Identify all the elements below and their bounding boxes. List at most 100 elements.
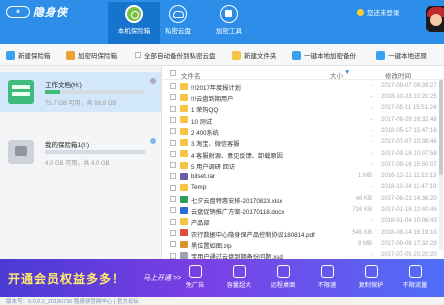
nav-private-cloud[interactable]: 私密云盘 <box>152 2 204 44</box>
file-size: 1 MB <box>357 173 372 180</box>
row-checkbox[interactable] <box>170 252 176 259</box>
cloud-status-icon <box>150 138 156 144</box>
row-checkbox[interactable] <box>170 83 176 89</box>
scrollbar-thumb[interactable] <box>439 80 443 175</box>
file-date: 2018-01-04 10:06:43 <box>381 218 437 225</box>
file-row[interactable]: 云盘促销推广方案-20170118.docx 716 KB 2017-01-18 1… <box>163 205 444 216</box>
file-row[interactable]: 5 用户调研 回访 - 2017-09-16 15:50:07 <box>163 160 444 171</box>
file-icon <box>180 206 188 214</box>
perk-label: 容量超大 <box>226 282 252 289</box>
perk-item[interactable]: 不限流量 <box>395 265 435 289</box>
row-checkbox[interactable] <box>170 173 176 180</box>
row-checkbox[interactable] <box>170 139 176 146</box>
file-name: 产品部 <box>191 220 210 228</box>
banner-title: 开通会员权益多多！ <box>8 272 126 286</box>
file-row[interactable]: 4 客服射源、意见反馈、卸载原因 - 2017-09-18 10:07:58 <box>163 149 444 160</box>
file-size: - <box>370 184 372 191</box>
row-checkbox[interactable] <box>170 196 176 202</box>
file-date: 2018-10-23 10:20:25 <box>381 94 437 101</box>
row-checkbox[interactable] <box>170 207 176 214</box>
new-folder-button[interactable]: 新建文件夹 <box>232 50 277 60</box>
sort-desc-icon: ▼ <box>344 69 351 76</box>
new-vault-button[interactable]: 新建保险箱 <box>6 50 51 60</box>
file-name: 5 用户调研 回访 <box>191 163 236 171</box>
file-row[interactable]: Temp - 2018-10-24 11:47:19 <box>163 183 444 193</box>
login-link[interactable]: 您还未登录 <box>357 7 400 17</box>
auto-backup-label: 全部自动备份到私密云盘 <box>144 53 216 60</box>
file-name: 黑位置如图.zip <box>191 242 232 250</box>
folder-icon <box>180 93 188 101</box>
file-row[interactable]: 黑位置如图.zip 8 MB 2017-09-08 17:32:28 <box>163 239 444 250</box>
vip-banner[interactable]: 开通会员权益多多！ 马上开通 >> 免广告 容量超大 远程桌面 不限速 复制保护 不限流量 <box>0 259 444 297</box>
file-name: 1 荣钩QQ <box>191 107 219 115</box>
restore-button[interactable]: 一键本地还原 <box>376 50 427 60</box>
file-row[interactable]: !!!2017年度报计划 - 2017-09-07 09:39:27 <box>163 81 444 92</box>
row-checkbox[interactable] <box>170 241 176 248</box>
file-row[interactable]: 七夕云盘特惠安排-20170823.xlsx 48 KB 2017-08-23 14… <box>163 194 444 205</box>
file-date: 2017-07-07 10:38:46 <box>381 139 437 146</box>
file-row[interactable]: 10 测试 - 2017-08-29 16:32:48 <box>163 115 444 126</box>
row-checkbox[interactable] <box>170 105 176 112</box>
perk-item[interactable]: 免广告 <box>175 265 215 289</box>
file-row[interactable]: 农行数据中心隐身保产品控制协议180814.pdf 545 KB 2018-08-1… <box>163 228 444 239</box>
vault-item-my-vault1[interactable]: 我的保险箱1(I:) 4.0 GB 可用，共 4.0 GB <box>0 132 161 172</box>
folder-add-icon <box>232 50 241 60</box>
file-size: - <box>370 127 372 134</box>
auto-backup-checkbox[interactable] <box>135 52 141 58</box>
nav-encrypt-tools[interactable]: 加密工具 <box>203 2 255 44</box>
file-row[interactable]: !!!云盘到期用户 - 2018-10-23 10:20:25 <box>163 92 444 103</box>
avatar[interactable] <box>426 6 444 32</box>
vault-drive-icon <box>8 80 34 104</box>
row-checkbox[interactable] <box>170 128 176 135</box>
file-row[interactable]: 2 400系统 - 2018-05-17 15:47:16 <box>163 126 444 137</box>
new-folder-label: 新建文件夹 <box>244 53 277 60</box>
perk-item[interactable]: 不限速 <box>307 265 347 289</box>
vault-item-work-docs[interactable]: 工作文档(H:) 75.7 GB 可用，共 88.8 GB <box>0 72 161 112</box>
row-checkbox[interactable] <box>170 116 176 123</box>
file-size: 48 KB <box>355 195 372 202</box>
perk-item[interactable]: 远程桌面 <box>263 265 303 289</box>
auto-backup-toggle[interactable]: 全部自动备份到私密云盘 <box>135 50 216 60</box>
perk-item[interactable]: 容量超大 <box>219 265 259 289</box>
tools-icon <box>220 5 238 23</box>
lock-icon <box>66 50 75 60</box>
file-list: 文件名 大小 ▼ 修改时间 !!!2017年度报计划 - 2017-09-07 09… <box>163 66 444 267</box>
column-name[interactable]: 文件名 <box>181 70 201 80</box>
perk-label: 复制保护 <box>358 282 384 289</box>
file-row[interactable]: 产品部 - 2018-01-04 10:06:43 <box>163 217 444 227</box>
file-date: 2018-05-17 15:47:16 <box>381 127 437 134</box>
folder-icon <box>180 127 188 135</box>
row-checkbox[interactable] <box>170 94 176 101</box>
column-date[interactable]: 修改时间 <box>385 70 411 80</box>
row-checkbox[interactable] <box>170 162 176 169</box>
file-name: 4 客服射源、意见反馈、卸载原因 <box>191 152 283 160</box>
speed-icon <box>320 265 334 278</box>
restore-label: 一键本地还原 <box>388 53 427 60</box>
file-row[interactable]: 3 淘宝、微信客服 - 2017-07-07 10:38:46 <box>163 138 444 148</box>
local-backup-button[interactable]: 一键本地加密备份 <box>292 50 356 60</box>
app-logo: e 隐身侠 <box>6 5 68 19</box>
file-name: 3 淘宝、微信客服 <box>191 141 240 149</box>
row-checkbox[interactable] <box>170 218 176 225</box>
file-icon <box>180 172 188 180</box>
vault-locked-icon <box>8 140 34 164</box>
folder-icon <box>180 218 188 226</box>
row-checkbox[interactable] <box>170 150 176 157</box>
add-vault-button[interactable]: 加密码保险箱 <box>66 50 117 60</box>
perk-label: 远程桌面 <box>270 282 296 289</box>
select-all-checkbox[interactable] <box>170 70 176 76</box>
perk-item[interactable]: 复制保护 <box>351 265 391 289</box>
file-row[interactable]: 1 荣钩QQ - 2017-05-11 15:51:24 <box>163 104 444 114</box>
folder-icon <box>180 139 188 146</box>
file-size: 716 KB <box>352 207 372 214</box>
file-row[interactable]: bitset.rar 1 MB 2016-12-21 11:22:13 <box>163 171 444 181</box>
file-list-scrollbar[interactable] <box>439 80 443 250</box>
row-checkbox[interactable] <box>170 184 176 191</box>
row-checkbox[interactable] <box>170 229 176 236</box>
file-name: 七夕云盘特惠安排-20170823.xlsx <box>191 197 283 205</box>
vault-usage-fill <box>45 90 60 94</box>
file-date: 2017-09-16 15:50:07 <box>381 161 437 168</box>
column-size[interactable]: 大小 <box>330 70 343 80</box>
perk-label: 不限速 <box>317 282 337 289</box>
file-date: 2017-09-18 10:07:58 <box>381 150 437 157</box>
